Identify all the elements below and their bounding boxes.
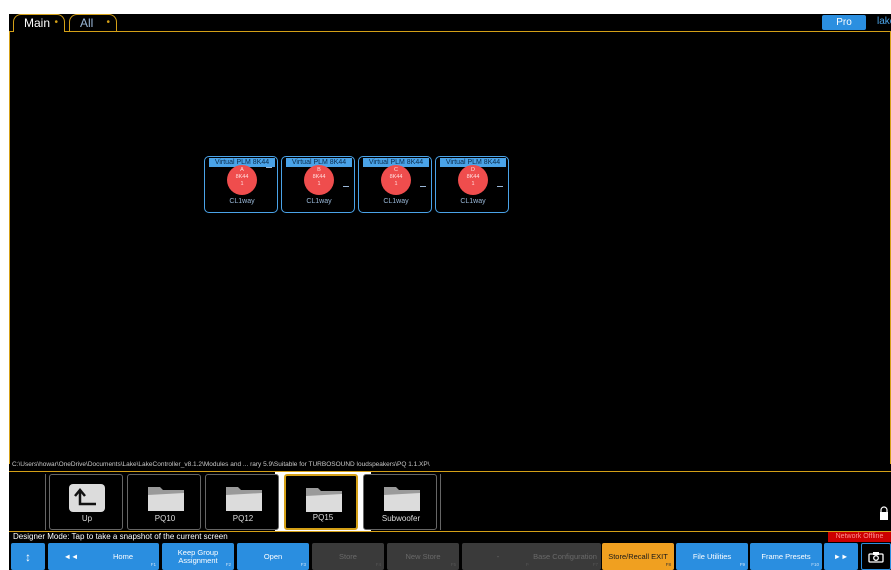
module-model: 8K44 [389, 174, 403, 180]
folder-up[interactable]: Up [49, 474, 123, 530]
module-number: 1 [317, 181, 321, 187]
f2-key-hint: F2 [225, 562, 231, 567]
f8-key-hint: F8 [665, 562, 671, 567]
folder-label: PQ12 [232, 514, 254, 523]
tab-all[interactable]: All • [69, 14, 117, 32]
new-store-button[interactable]: New Store F5 [387, 543, 459, 570]
open-button[interactable]: Open F3 [237, 543, 309, 570]
rewind-icon: ◄◄ [63, 551, 79, 561]
updown-arrow-icon: ↕ [25, 549, 31, 564]
mute-icon[interactable] [343, 186, 349, 187]
module-indicator: C 8K44 1 [381, 165, 411, 195]
open-button-label: Open [263, 551, 283, 561]
module-indicator: B 8K44 1 [304, 165, 334, 195]
folder-pq10[interactable]: PQ10 [127, 474, 201, 530]
keep-group-label: Keep Group Assignment [177, 547, 219, 565]
keep-group-assignment-button[interactable]: Keep Group Assignment F2 [162, 543, 234, 570]
new-store-label: New Store [405, 551, 441, 561]
base-configuration-button[interactable]: Base Configuration F7 [529, 543, 601, 570]
store-button-label: Store [339, 551, 357, 561]
lock-icon[interactable] [879, 506, 889, 520]
module-label: CL1way [460, 198, 486, 205]
network-status-badge: Network Offline [828, 532, 891, 542]
folder-pq12[interactable]: PQ12 [205, 474, 279, 530]
module-model: 8K44 [235, 174, 249, 180]
folder-icon [384, 487, 420, 511]
dash-button[interactable]: - F6 [462, 543, 534, 570]
module-model: 8K44 [466, 174, 480, 180]
home-button-label: Home [112, 551, 133, 561]
module-label: CL1way [306, 198, 332, 205]
f10-key-hint: F10 [811, 562, 819, 567]
base-configuration-label: Base Configuration [533, 551, 597, 561]
status-bar: Designer Mode: Tap to take a snapshot of… [9, 531, 891, 542]
module-label: CL1way [229, 198, 255, 205]
f5-key-hint: F5 [450, 562, 456, 567]
folder-label: PQ10 [154, 514, 176, 523]
f7-key-hint: F7 [592, 562, 598, 567]
module-b[interactable]: Virtual PLM 8K44 B 8K44 1 CL1way [281, 156, 355, 213]
status-message: Designer Mode: Tap to take a snapshot of… [13, 532, 228, 541]
app-frame: Main • All • Pro lake Virtual PLM 8K44 A… [9, 14, 891, 570]
frame-presets-button[interactable]: Frame Presets F10 [750, 543, 822, 570]
folder-icon [306, 488, 342, 512]
module-number: 1 [240, 181, 244, 187]
folder-subwoofer[interactable]: Subwoofer [363, 474, 437, 530]
module-label: CL1way [383, 198, 409, 205]
f9-key-hint: F9 [739, 562, 745, 567]
forward-icon: ►► [833, 551, 849, 561]
module-c[interactable]: Virtual PLM 8K44 C 8K44 1 CL1way [358, 156, 432, 213]
frame-presets-label: Frame Presets [761, 551, 811, 561]
forward-button[interactable]: ►► [824, 543, 858, 570]
lake-logo: lake [877, 16, 891, 27]
module-letter: A [240, 167, 244, 173]
module-number: 1 [394, 181, 398, 187]
module-d[interactable]: Virtual PLM 8K44 D 8K44 1 CL1way [435, 156, 509, 213]
module-letter: D [471, 167, 475, 173]
tab-all-label: All [80, 16, 94, 30]
module-number: 1 [471, 181, 475, 187]
f4-key-hint: F4 [375, 562, 381, 567]
tab-main-label: Main [24, 16, 51, 30]
tab-all-marker: • [106, 17, 110, 28]
pro-button[interactable]: Pro [822, 15, 866, 30]
file-utilities-button[interactable]: File Utilities F9 [676, 543, 748, 570]
folder-strip: Up PQ10 PQ12 PQ15 Subwoofer [9, 471, 891, 531]
module-letter: C [394, 167, 398, 173]
module-indicator: D 8K44 1 [458, 165, 488, 195]
store-recall-exit-button[interactable]: Store/Recall EXIT F8 [602, 543, 674, 570]
module-indicator: A 8K44 1 [227, 165, 257, 195]
mute-icon[interactable] [420, 186, 426, 187]
folder-label: Up [81, 514, 93, 523]
folder-icon [226, 487, 262, 511]
f3-key-hint: F3 [300, 562, 306, 567]
store-button[interactable]: Store F4 [312, 543, 384, 570]
folder-pq15[interactable]: PQ15 [284, 474, 358, 530]
module-letter: B [317, 167, 321, 173]
camera-button[interactable] [861, 543, 891, 570]
file-utilities-label: File Utilities [692, 551, 732, 561]
module-a[interactable]: Virtual PLM 8K44 A 8K44 1 CL1way [204, 156, 278, 213]
tab-main[interactable]: Main • [13, 14, 65, 32]
mute-icon[interactable] [497, 186, 503, 187]
file-path: C:\Users\howar\OneDrive\Documents\Lake\L… [12, 461, 430, 468]
module-model: 8K44 [312, 174, 326, 180]
camera-icon [868, 551, 884, 563]
dash-button-label: - [496, 551, 500, 561]
folder-icon [148, 487, 184, 511]
tab-main-marker: • [54, 17, 58, 28]
scroll-toggle-button[interactable]: ↕ [11, 543, 45, 570]
folder-label: Subwoofer [381, 514, 421, 523]
store-recall-label: Store/Recall EXIT [608, 551, 668, 561]
f1-key-hint: F1 [150, 562, 156, 567]
up-arrow-icon [69, 484, 105, 512]
tab-bar: Main • All • Pro lake [9, 14, 891, 32]
home-button[interactable]: Home F1 [87, 543, 159, 570]
folder-label: PQ15 [312, 513, 334, 522]
module-canvas[interactable]: Virtual PLM 8K44 A 8K44 1 CL1way Virtual… [9, 32, 891, 464]
function-key-bar: ↕ ◄◄ Home F1 Keep Group Assignment F2 Op… [9, 543, 891, 570]
mute-icon[interactable] [266, 167, 272, 168]
